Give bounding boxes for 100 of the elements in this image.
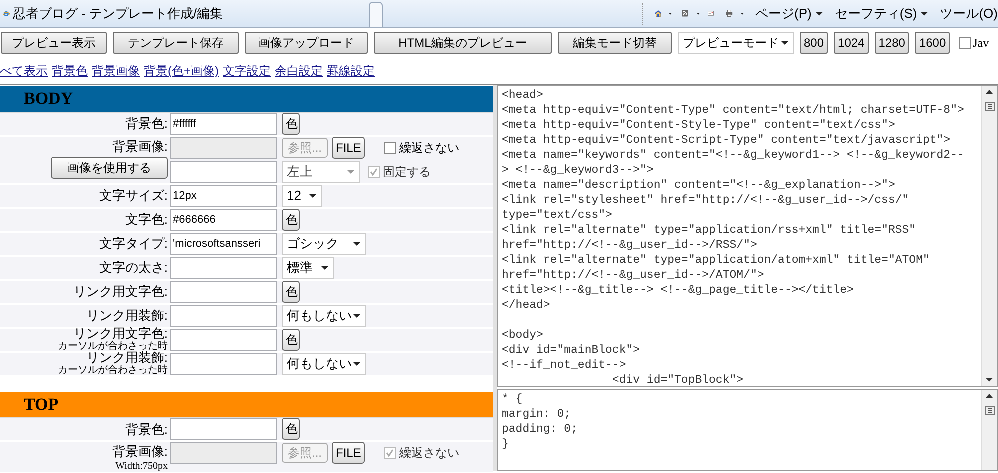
caret-icon[interactable] xyxy=(740,12,744,16)
code-line: href="http://<!--&g_user_id-->/RSS/"> xyxy=(502,238,758,253)
code-line: <div id="mainBlock"> xyxy=(502,343,642,358)
checkbox-label: Jav xyxy=(973,35,990,52)
caret-icon[interactable] xyxy=(921,12,928,16)
code-line: <!--if_not_edit--> xyxy=(502,358,628,373)
toolbar-button[interactable]: HTML編集のプレビュー xyxy=(374,32,552,54)
scroll-up-icon[interactable] xyxy=(986,90,993,94)
code-line: <meta http-equiv="Content-Type" content="text/html; charset=UTF-8"> xyxy=(502,103,966,118)
dropdown[interactable]: ゴシック xyxy=(282,232,366,254)
scrollbar[interactable] xyxy=(981,86,997,386)
dropdown[interactable]: 何もしない xyxy=(282,304,366,326)
section-link[interactable]: 文字設定 xyxy=(223,62,271,80)
dropdown[interactable]: 標準 xyxy=(282,256,334,278)
width-button[interactable]: 1280 xyxy=(874,32,910,54)
checkbox-label: 繰返さない xyxy=(399,140,460,156)
menu-item[interactable]: ページ(P) xyxy=(756,4,812,24)
section-link[interactable]: べて表示 xyxy=(0,62,48,80)
width-button[interactable]: 1600 xyxy=(915,32,950,54)
input-field[interactable] xyxy=(170,304,277,326)
button[interactable]: FILE xyxy=(332,136,366,158)
css-editor[interactable]: * { margin: 0; padding: 0; } xyxy=(497,389,998,471)
code-line: </head> xyxy=(502,298,552,313)
width-button[interactable]: 1024 xyxy=(834,32,869,54)
toolbar-button[interactable]: 編集モード切替 xyxy=(558,32,672,54)
code-line: <div id="TopBlock"> xyxy=(611,373,745,386)
section-link[interactable]: 背景(色+画像) xyxy=(144,62,219,80)
input-field[interactable] xyxy=(170,160,277,182)
dropdown[interactable]: 12 xyxy=(282,184,322,206)
field-label: 文字色: xyxy=(125,212,168,227)
toolbar-button[interactable]: テンプレート保存 xyxy=(113,32,239,54)
input-field[interactable] xyxy=(170,418,277,440)
input-field[interactable]: 'microsoftsansseri xyxy=(170,232,277,254)
code-line: href="http://<!--&g_user_id-->/ATOM/"> xyxy=(502,268,766,283)
caret-icon[interactable] xyxy=(669,12,672,16)
code-line: <meta name="keywords" content="<!--&g_keyword1--> <!--&g_keyword2-- xyxy=(502,148,966,163)
field-label: 背景色: xyxy=(125,422,168,436)
button[interactable]: 画像を使用する xyxy=(51,156,168,178)
input-field[interactable] xyxy=(170,328,277,350)
field-label: 背景画像: xyxy=(112,138,168,156)
code-line: > <!--&g_keyword3-->"> xyxy=(502,163,655,178)
button[interactable]: 色 xyxy=(282,208,300,230)
code-line: <head> xyxy=(502,88,544,103)
section-title: TOP xyxy=(24,394,59,416)
scrollbar[interactable] xyxy=(981,390,997,470)
checkbox[interactable] xyxy=(959,37,972,49)
button[interactable]: 色 xyxy=(282,418,300,440)
field-label: 背景画像: xyxy=(112,443,168,461)
button[interactable]: 色 xyxy=(282,112,300,134)
menu-item[interactable]: ツール(O) xyxy=(940,4,998,24)
scroll-up-icon[interactable] xyxy=(986,394,993,398)
field-label: リンク用装飾: xyxy=(86,350,168,365)
caret-icon xyxy=(353,362,361,366)
field-label: 文字サイズ: xyxy=(99,188,168,203)
field-sublabel: カーソルが合わさった時 xyxy=(58,341,168,352)
input-field[interactable] xyxy=(170,280,277,302)
input-field[interactable] xyxy=(170,256,277,278)
checkbox-label: 繰返さない xyxy=(399,445,460,462)
input-field[interactable]: #666666 xyxy=(170,208,277,230)
new-tab[interactable] xyxy=(369,2,383,27)
section-link[interactable]: 背景画像 xyxy=(92,62,140,80)
field-label: 文字タイプ: xyxy=(99,236,168,251)
button[interactable]: 色 xyxy=(282,328,300,350)
caret-icon[interactable] xyxy=(696,12,700,16)
field-label: 背景色: xyxy=(125,116,168,131)
button[interactable]: FILE xyxy=(332,442,366,464)
field-label: リンク用文字色: xyxy=(73,326,168,341)
scroll-down-icon[interactable] xyxy=(986,378,993,382)
code-line: <link rel="alternate" type="application/rss+xml" title="RSS" xyxy=(502,223,918,238)
html-editor[interactable] xyxy=(497,85,998,387)
code-line: margin: 0; xyxy=(502,407,572,422)
caret-icon[interactable] xyxy=(816,12,823,16)
checkbox[interactable] xyxy=(384,142,396,154)
field-label: 文字の太さ: xyxy=(99,260,168,275)
code-line: <meta name="description" content="<!--&g_explanation-->"> xyxy=(502,178,896,193)
caret-icon xyxy=(309,194,317,198)
menu-item[interactable]: セーフティ(S) xyxy=(834,4,918,24)
input-field[interactable] xyxy=(170,352,277,374)
window-title: 忍者ブログ - テンプレート作成/編集 xyxy=(12,4,223,23)
button[interactable]: 色 xyxy=(282,280,300,302)
mail-icon[interactable] xyxy=(708,8,714,19)
section-title: BODY xyxy=(24,88,74,110)
input-field[interactable]: #ffffff xyxy=(170,112,277,134)
toolbar-button[interactable]: プレビュー表示 xyxy=(1,32,107,54)
field-sublabel: カーソルが合わさった時 xyxy=(58,365,168,377)
scroll-thumb-icon[interactable] xyxy=(984,406,994,415)
section-link[interactable]: 余白設定 xyxy=(275,62,323,80)
dropdown[interactable]: 何もしない xyxy=(282,352,366,374)
code-line: } xyxy=(502,437,510,452)
code-line: <meta http-equiv="Content-Style-Type" content="text/css"> xyxy=(502,118,896,133)
toolbar-button[interactable]: 画像アップロード xyxy=(245,32,368,54)
caret-icon xyxy=(347,170,355,174)
code-line: type="text/css"> xyxy=(502,208,614,223)
section-link[interactable]: 罫線設定 xyxy=(327,62,375,80)
input-field[interactable]: 12px xyxy=(170,184,277,206)
code-line: <link rel="stylesheet" href="http://<!--&g_user_id-->/css/" xyxy=(502,193,910,208)
section-link[interactable]: 背景色 xyxy=(52,62,88,80)
width-button[interactable]: 800 xyxy=(800,32,828,54)
mode-dropdown[interactable]: プレビューモード xyxy=(678,32,794,54)
scroll-thumb-icon[interactable] xyxy=(984,102,994,111)
